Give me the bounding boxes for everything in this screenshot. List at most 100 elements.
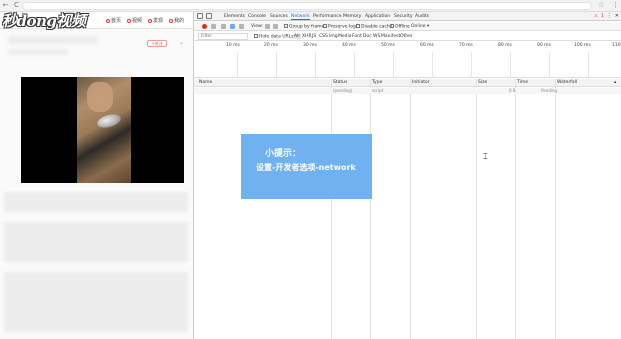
tick-label: 90 ms [537, 43, 551, 48]
disable-cache-checkbox[interactable]: Disable cache [356, 24, 392, 30]
view-label: View: [251, 24, 263, 29]
column-divider [515, 79, 516, 339]
blurred-description [4, 192, 188, 212]
nav-label: 我的 [174, 18, 185, 24]
column-divider [410, 79, 411, 339]
device-toggle-icon[interactable] [206, 13, 212, 19]
column-divider [370, 79, 371, 339]
group-by-frame-checkbox[interactable]: Group by frame [284, 24, 324, 30]
site-header: 秒dong视频 首页 视频 发现 我的 [0, 12, 193, 29]
column-initiator[interactable]: Initiator [412, 80, 430, 85]
close-icon[interactable]: ✕ [615, 13, 619, 19]
clear-icon[interactable] [211, 24, 216, 29]
checkbox-box [254, 34, 258, 38]
tick-label: 70 ms [459, 43, 473, 48]
tick-label: 60 ms [420, 43, 434, 48]
tab-performance[interactable]: Performance [313, 14, 342, 19]
video-frame [77, 77, 131, 183]
filter-type-manifest[interactable]: Manifest [381, 34, 400, 39]
filter-type-media[interactable]: Media [338, 34, 352, 39]
chevron-down-icon[interactable]: ⌄ [179, 39, 184, 46]
nav-item-home[interactable]: 首页 [106, 17, 121, 24]
site-logo: 秒dong视频 [2, 12, 86, 30]
tick-label: 80 ms [498, 43, 512, 48]
tab-memory[interactable]: Memory [343, 14, 361, 19]
video-player[interactable] [21, 77, 184, 183]
timeline-overview[interactable]: 10 ms 20 ms 30 ms 40 ms 50 ms 60 ms 70 m… [194, 42, 621, 78]
column-divider [331, 79, 332, 339]
tick-label: 110 [612, 43, 621, 48]
settings-menu-icon[interactable]: ⋮ [607, 13, 612, 19]
back-icon[interactable]: ← [2, 2, 9, 9]
tip-title: 小提示： [265, 149, 302, 159]
filter-input[interactable]: Filter [198, 33, 248, 40]
tab-elements[interactable]: Elements [224, 14, 245, 19]
requests-table-header: Name Status Type Initiator Size Time Wat… [194, 79, 621, 87]
follow-button[interactable]: +关注 [147, 40, 167, 47]
search-icon[interactable] [239, 24, 244, 29]
nav-label: 视频 [132, 18, 143, 24]
screenshot-icon[interactable] [221, 24, 226, 29]
bookmark-star-icon[interactable]: ☆ [598, 1, 604, 9]
column-divider [476, 79, 477, 339]
waterfall-view-icon[interactable] [273, 24, 278, 29]
throttle-select[interactable]: Online ▾ [411, 24, 429, 29]
tab-security[interactable]: Security [394, 14, 412, 19]
record-icon[interactable] [202, 24, 207, 29]
filter-icon[interactable] [230, 24, 235, 29]
column-waterfall[interactable]: Waterfall [557, 80, 577, 85]
address-bar[interactable] [22, 2, 592, 10]
preserve-log-checkbox[interactable]: Preserve log [323, 24, 356, 30]
column-status[interactable]: Status [333, 80, 347, 85]
tab-network[interactable]: Network [291, 14, 310, 20]
filter-type-img[interactable]: Img [329, 34, 338, 39]
nav-item-mine[interactable]: 我的 [169, 17, 184, 24]
tab-application[interactable]: Application [365, 14, 390, 19]
column-name[interactable]: Name [199, 80, 212, 85]
tick-label: 50 ms [381, 43, 395, 48]
table-row[interactable]: (pending) script 0 B Pending [194, 88, 621, 94]
filter-type-other[interactable]: Other [400, 34, 413, 39]
tab-sources[interactable]: Sources [270, 14, 288, 19]
sort-arrow-icon[interactable]: ▴ [614, 80, 616, 85]
tab-console[interactable]: Console [248, 14, 266, 19]
inspect-icon[interactable] [197, 13, 203, 19]
warning-count: 1 [600, 13, 604, 19]
timeline-gridline [588, 52, 589, 78]
hide-data-urls-label: Hide data URLs [259, 34, 294, 40]
tick-label: 100 ms [574, 43, 591, 48]
mouse-cursor-icon: ⌶ [483, 152, 488, 161]
list-view-icon[interactable] [265, 24, 270, 29]
warning-icon[interactable]: ⚠ [594, 14, 598, 19]
nav-label: 首页 [111, 18, 122, 24]
home-icon [106, 18, 110, 23]
hide-data-urls-checkbox[interactable]: Hide data URLs [254, 34, 294, 40]
reload-icon[interactable]: C [13, 2, 20, 9]
filter-type-all[interactable]: All [293, 34, 301, 39]
offline-checkbox[interactable]: Offline [390, 24, 410, 30]
tip-text: 设置-开发者选项-network [256, 163, 356, 172]
timeline-gridline [432, 52, 433, 78]
nav-item-discover[interactable]: 发现 [148, 17, 163, 24]
column-time[interactable]: Time [517, 80, 528, 85]
filter-type-ws[interactable]: WS [373, 34, 380, 39]
nav-item-video[interactable]: 视频 [127, 17, 142, 24]
network-toolbar: View: Group by frame Preserve log Disabl… [194, 22, 621, 31]
cell-size: 0 B [509, 88, 516, 93]
filter-bar: Filter Hide data URLs All XHR JS CSS Img… [194, 32, 621, 41]
blurred-meta [8, 49, 68, 55]
throttle-value: Online [411, 24, 426, 29]
cell-status: (pending) [333, 88, 353, 93]
browser-toolbar: ← C ☆ ⋮ [0, 0, 621, 12]
tab-audits[interactable]: Audits [415, 14, 429, 19]
filter-type-font[interactable]: Font [352, 34, 362, 39]
column-size[interactable]: Size [478, 80, 487, 85]
filter-type-css[interactable]: CSS [319, 34, 328, 39]
filter-type-js[interactable]: JS [312, 34, 316, 39]
web-page: 秒dong视频 首页 视频 发现 我的 +关注 ⌄ [0, 12, 193, 339]
filter-type-doc[interactable]: Doc [363, 34, 372, 39]
filter-type-xhr[interactable]: XHR [302, 34, 312, 39]
column-type[interactable]: Type [372, 80, 382, 85]
devtools-tab-bar: Elements Console Sources Network Perform… [194, 12, 621, 21]
browser-menu-icon[interactable]: ⋮ [612, 1, 619, 9]
